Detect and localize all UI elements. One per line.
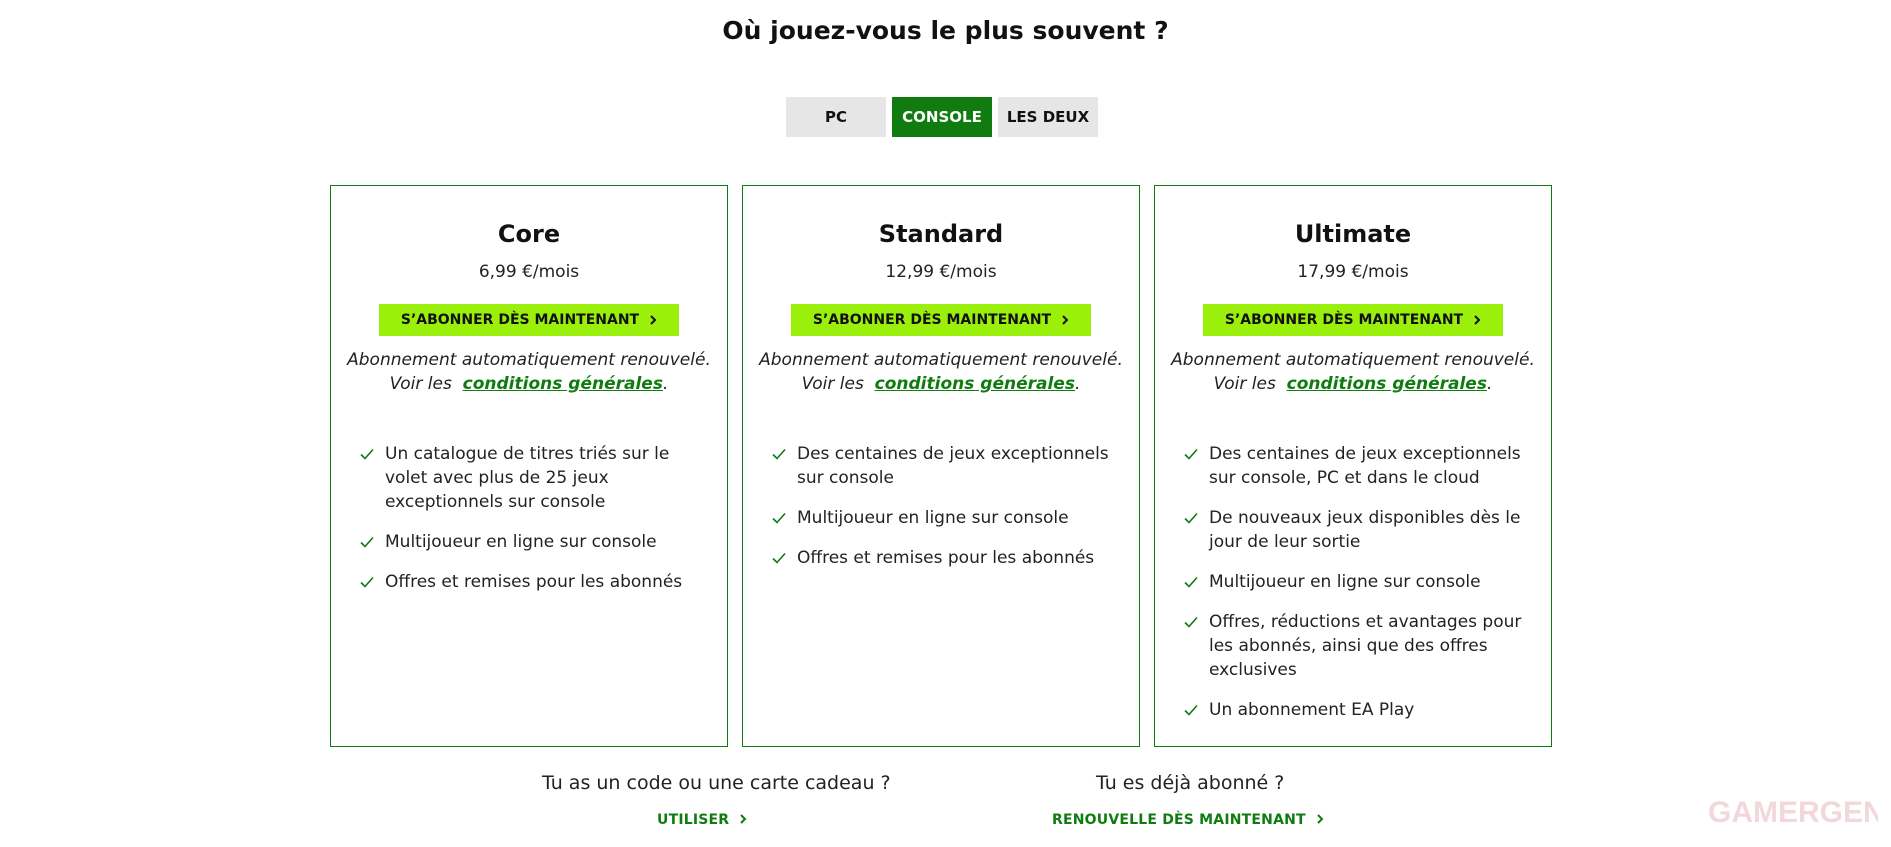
feature-list: Des centaines de jeux exceptionnels sur … [1155,442,1551,722]
renewal-note: Abonnement automatiquement renouvelé. Vo… [331,348,727,396]
platform-option-console[interactable]: CONSOLE [892,97,992,137]
renewal-note-line: Abonnement automatiquement renouvelé. [759,350,1123,370]
check-icon [1184,576,1198,588]
terms-prefix: Voir les [1213,374,1276,394]
feature-text: Multijoueur en ligne sur console [385,532,657,552]
gift-code-question: Tu as un code ou une carte cadeau ? [542,772,891,794]
renewal-note: Abonnement automatiquement renouvelé. Vo… [743,348,1139,396]
watermark-text: GAMERGEN [1708,796,1878,829]
subscribe-button-label: S’ABONNER DÈS MAINTENANT [400,312,640,328]
check-icon [772,448,786,460]
chevron-right-icon [740,814,747,824]
platform-toggle: PC CONSOLE LES DEUX [786,97,1098,137]
terms-link[interactable]: conditions générales [1287,374,1487,394]
check-icon [1184,704,1198,716]
terms-prefix: Voir les [801,374,864,394]
gamergen-watermark-logo: GAMERGEN [1708,796,1878,829]
terms-suffix: . [662,374,669,394]
plan-name: Ultimate [1294,220,1412,248]
plan-price: 12,99 €/mois [885,262,997,282]
feature-text: Des centaines de jeux exceptionnels sur … [797,444,1109,488]
renewal-note-line: Abonnement automatiquement renouvelé. [347,350,711,370]
feature-item: Multijoueur en ligne sur console [1183,570,1525,594]
feature-item: De nouveaux jeux disponibles dès le jour… [1183,506,1525,554]
plan-name: Core [497,220,561,248]
feature-item: Multijoueur en ligne sur console [359,530,701,554]
check-icon [360,448,374,460]
plan-card-ultimate: Ultimate 17,99 €/mois S’ABONNER DÈS MAIN… [1154,185,1552,747]
feature-text: Un catalogue de titres triés sur le vole… [385,444,670,512]
feature-item: Un abonnement EA Play [1183,698,1525,722]
subscribe-button-label: S’ABONNER DÈS MAINTENANT [1224,312,1464,328]
check-icon [772,512,786,524]
feature-item: Des centaines de jeux exceptionnels sur … [771,442,1113,490]
chevron-right-icon [1062,315,1069,325]
feature-text: Multijoueur en ligne sur console [797,508,1069,528]
check-icon [360,576,374,588]
page-title: Où jouez-vous le plus souvent ? [722,16,1169,45]
feature-item: Offres et remises pour les abonnés [771,546,1113,570]
platform-option-both[interactable]: LES DEUX [998,97,1098,137]
use-code-link-label: UTILISER [657,812,730,828]
feature-list: Un catalogue de titres triés sur le vole… [331,442,727,594]
plan-card-standard: Standard 12,99 €/mois S’ABONNER DÈS MAIN… [742,185,1140,747]
feature-text: De nouveaux jeux disponibles dès le jour… [1209,508,1521,552]
plan-price: 6,99 €/mois [478,262,580,282]
terms-link[interactable]: conditions générales [463,374,663,394]
feature-item: Offres, réductions et avantages pour les… [1183,610,1525,682]
plan-card-core: Core 6,99 €/mois S’ABONNER DÈS MAINTENAN… [330,185,728,747]
terms-prefix: Voir les [389,374,452,394]
feature-text: Offres et remises pour les abonnés [385,572,683,592]
terms-suffix: . [1074,374,1081,394]
terms-link[interactable]: conditions générales [875,374,1075,394]
feature-list: Des centaines de jeux exceptionnels sur … [743,442,1139,570]
subscribe-button[interactable]: S’ABONNER DÈS MAINTENANT [1203,304,1503,336]
platform-option-pc[interactable]: PC [786,97,886,137]
renew-link[interactable]: RENOUVELLE DÈS MAINTENANT [1052,812,1324,828]
subscribe-button[interactable]: S’ABONNER DÈS MAINTENANT [379,304,679,336]
chevron-right-icon [1317,814,1324,824]
renewal-note-line: Abonnement automatiquement renouvelé. [1171,350,1535,370]
feature-item: Des centaines de jeux exceptionnels sur … [1183,442,1525,490]
renewal-note: Abonnement automatiquement renouvelé. Vo… [1155,348,1551,396]
check-icon [1184,616,1198,628]
feature-text: Offres, réductions et avantages pour les… [1209,612,1522,680]
feature-item: Offres et remises pour les abonnés [359,570,701,594]
already-subscribed-question: Tu es déjà abonné ? [1096,772,1285,794]
plan-price: 17,99 €/mois [1297,262,1409,282]
feature-text: Un abonnement EA Play [1209,700,1415,720]
chevron-right-icon [650,315,657,325]
check-icon [1184,448,1198,460]
feature-text: Des centaines de jeux exceptionnels sur … [1209,444,1521,488]
terms-suffix: . [1486,374,1493,394]
check-icon [360,536,374,548]
renew-link-label: RENOUVELLE DÈS MAINTENANT [1052,812,1306,828]
plan-name: Standard [878,220,1004,248]
use-code-link[interactable]: UTILISER [657,812,747,828]
subscribe-button-label: S’ABONNER DÈS MAINTENANT [812,312,1052,328]
feature-text: Offres et remises pour les abonnés [797,548,1095,568]
chevron-right-icon [1474,315,1481,325]
feature-item: Multijoueur en ligne sur console [771,506,1113,530]
feature-text: Multijoueur en ligne sur console [1209,572,1481,592]
check-icon [772,552,786,564]
feature-item: Un catalogue de titres triés sur le vole… [359,442,701,514]
check-icon [1184,512,1198,524]
subscribe-button[interactable]: S’ABONNER DÈS MAINTENANT [791,304,1091,336]
